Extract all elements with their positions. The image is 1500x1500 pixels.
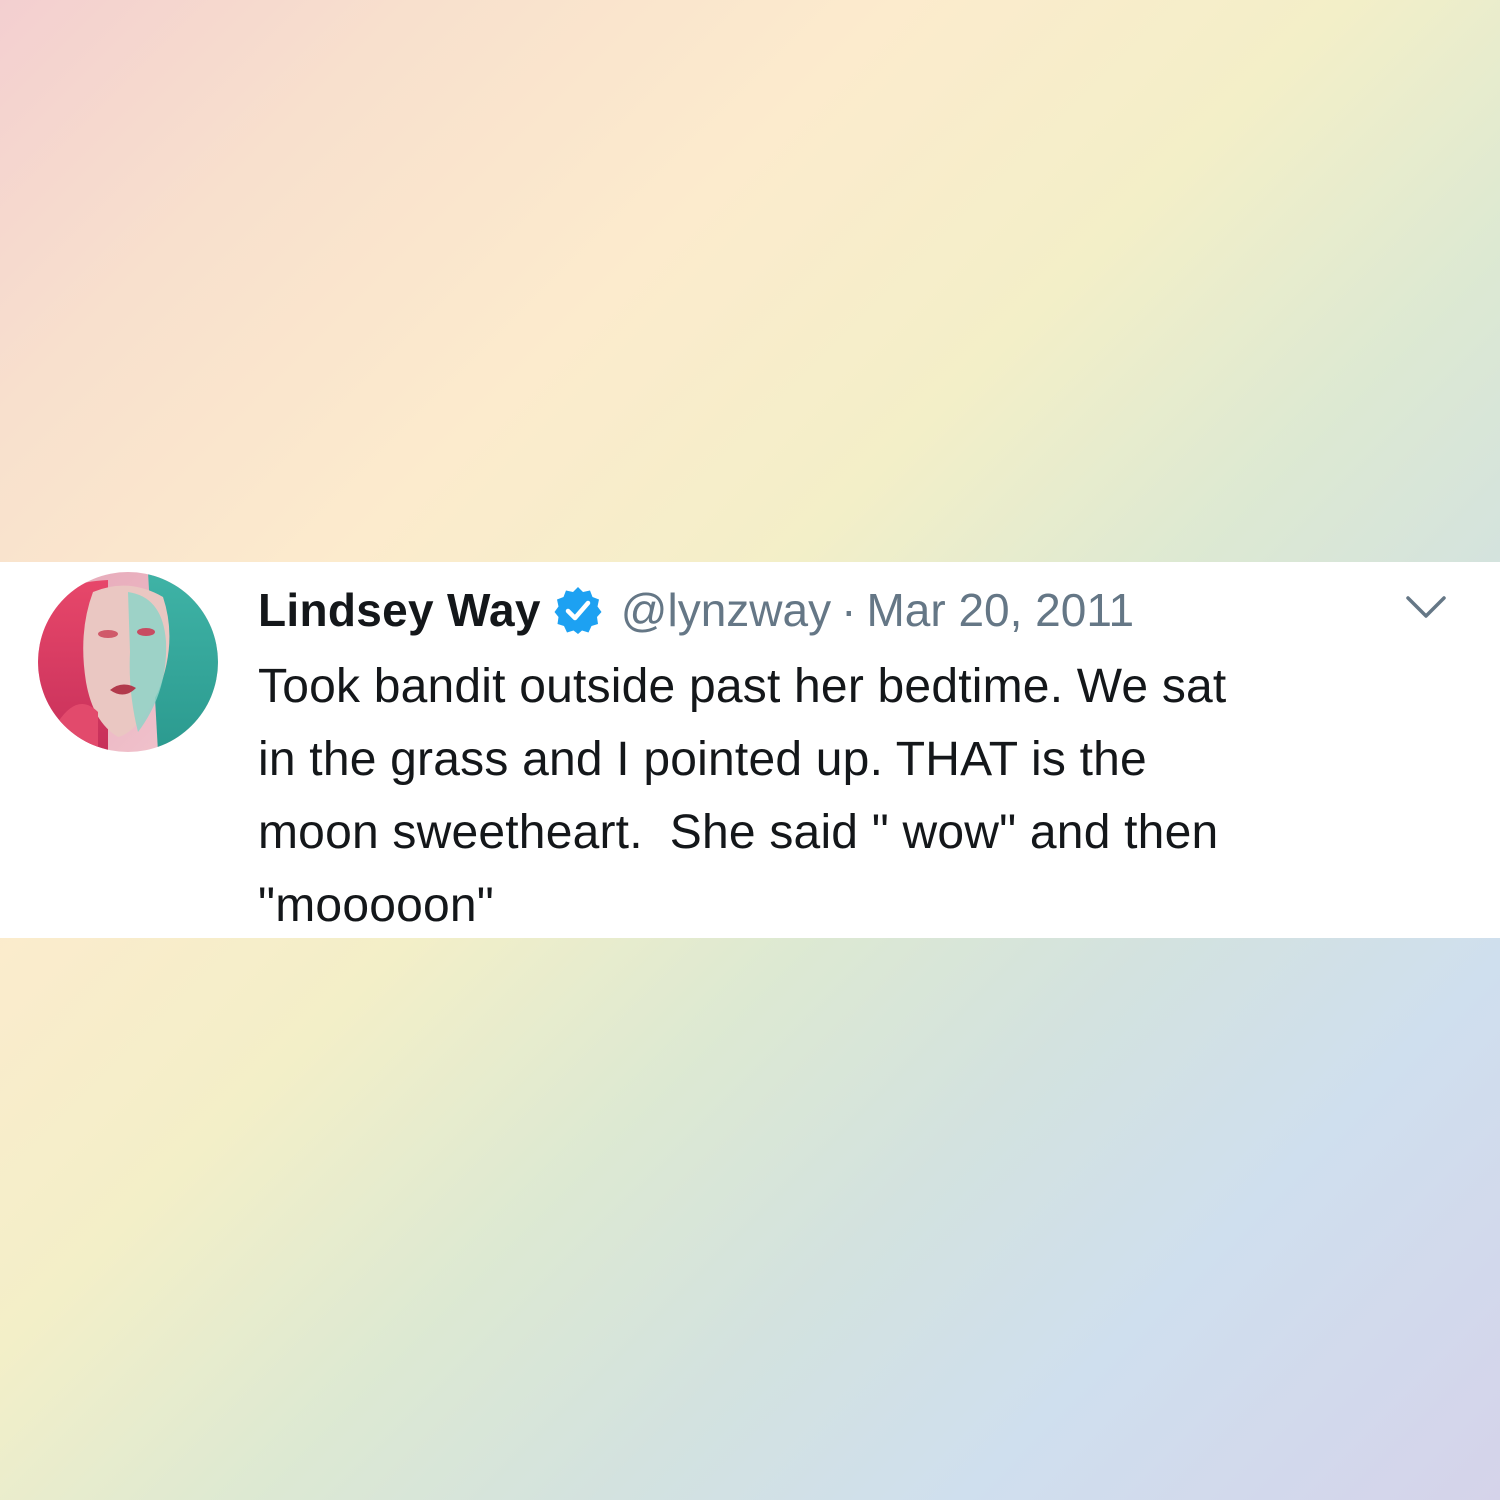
author-handle[interactable]: @lynzway <box>621 583 831 637</box>
tweet-text-line: in the grass and I pointed up. THAT is t… <box>258 733 1147 786</box>
author-display-name[interactable]: Lindsey Way <box>258 583 541 637</box>
tweet-text-line: moon sweetheart. She said " wow" and the… <box>258 806 1219 859</box>
verified-badge-icon <box>553 585 603 635</box>
tweet-text-line: Took bandit outside past her bedtime. We… <box>258 660 1227 713</box>
avatar[interactable] <box>38 572 218 752</box>
tweet-text: Took bandit outside past her bedtime. We… <box>258 650 1458 942</box>
tweet-timestamp[interactable]: Mar 20, 2011 <box>866 583 1134 637</box>
chevron-down-icon[interactable] <box>1404 592 1448 622</box>
separator-dot: · <box>841 584 857 636</box>
tweet-text-line: "mooooon" <box>258 879 495 932</box>
tweet-header: Lindsey Way @lynzway · Mar 20, 2011 <box>258 578 1134 642</box>
avatar-image <box>38 572 218 752</box>
